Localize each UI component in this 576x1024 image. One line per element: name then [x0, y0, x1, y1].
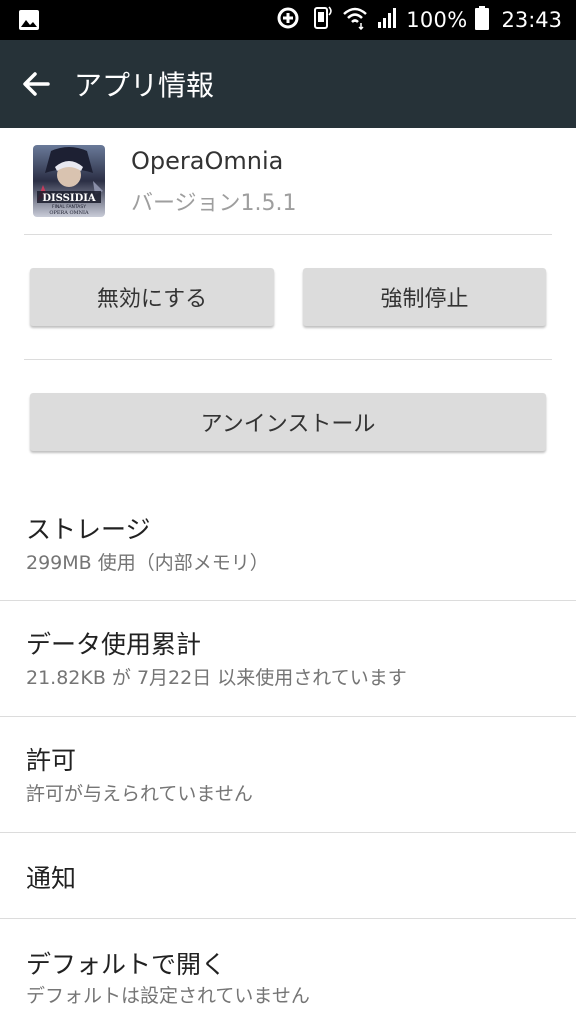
divider — [24, 234, 552, 235]
list-item-subtitle: 許可が与えられていません — [26, 783, 253, 805]
list-item-title: データ使用累計 — [26, 630, 202, 659]
signal-icon — [376, 7, 398, 33]
status-bar: 100% 23:43 — [0, 0, 576, 40]
image-icon — [18, 9, 40, 35]
app-header: DISSIDIA FINAL FANTASY OPERA OMNIA Opera… — [0, 128, 576, 234]
clock: 23:43 — [501, 8, 562, 32]
list-item-title: 許可 — [26, 746, 77, 775]
list-item-subtitle: 299MB 使用（内部メモリ） — [26, 552, 269, 574]
list-item-subtitle: 21.82KB が 7月22日 以来使用されています — [26, 667, 407, 689]
list-item-notifications[interactable]: 通知 — [0, 833, 576, 918]
app-icon-title: DISSIDIA — [42, 193, 96, 204]
app-icon-bottom: OPERA OMNIA — [49, 210, 89, 216]
list-item-title: 通知 — [26, 864, 77, 893]
battery-percent: 100% — [406, 8, 468, 32]
page-title: アプリ情報 — [74, 69, 215, 102]
wifi-icon — [342, 6, 368, 34]
app-version: バージョン1.5.1 — [131, 191, 297, 216]
force-stop-button[interactable]: 強制停止 — [303, 268, 546, 326]
disable-button[interactable]: 無効にする — [30, 268, 274, 326]
app-icon: DISSIDIA FINAL FANTASY OPERA OMNIA — [33, 145, 105, 217]
list-item-data-usage[interactable]: データ使用累計 21.82KB が 7月22日 以来使用されています — [0, 601, 576, 716]
app-name: OperaOmnia — [131, 147, 284, 175]
vibrate-icon — [308, 5, 334, 35]
list-item-permissions[interactable]: 許可 許可が与えられていません — [0, 717, 576, 832]
list-item-open-by-default[interactable]: デフォルトで開く デフォルトは設定されていません — [0, 919, 576, 1024]
status-icons: 100% 23:43 — [276, 0, 562, 40]
divider — [24, 359, 552, 360]
uninstall-button[interactable]: アンインストール — [30, 393, 546, 451]
list-item-title: ストレージ — [26, 515, 151, 544]
list-item-subtitle: デフォルトは設定されていません — [26, 985, 310, 1007]
list-item-storage[interactable]: ストレージ 299MB 使用（内部メモリ） — [0, 486, 576, 600]
battery-icon — [475, 6, 490, 34]
back-arrow-icon[interactable] — [20, 68, 52, 100]
list-item-title: デフォルトで開く — [26, 950, 227, 979]
app-bar: アプリ情報 — [0, 40, 576, 128]
data-saver-icon — [276, 6, 300, 34]
